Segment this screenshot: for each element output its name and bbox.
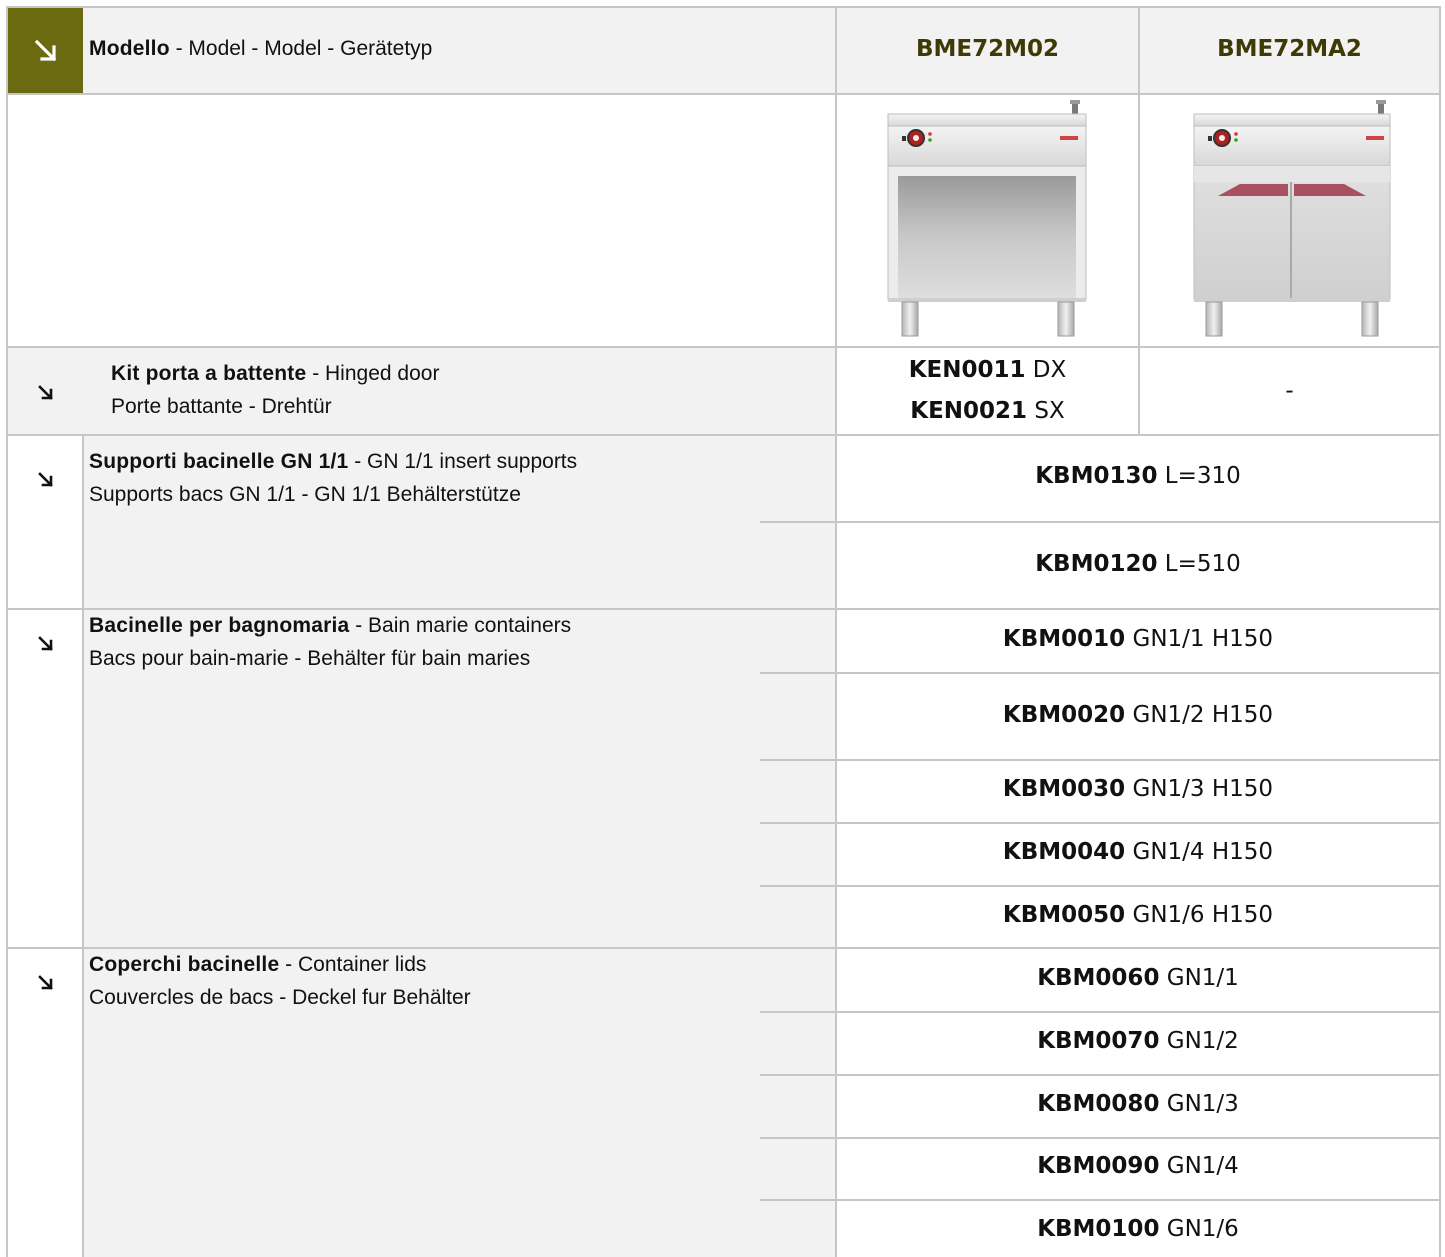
code-kbm0130: KBM0130 L=310 xyxy=(1035,463,1241,489)
accessory-label-supports: Supporti bacinelle GN 1/1 - GN 1/1 inser… xyxy=(89,450,578,473)
code-kbm0020: KBM0020 GN1/2 H150 xyxy=(1002,702,1274,728)
product-image-bme72m02 xyxy=(887,100,1087,337)
model-header-label: Modello - Model - Model - Gerätetyp xyxy=(89,37,433,60)
code-kbm0040: KBM0040 GN1/4 H150 xyxy=(1002,839,1274,865)
code-ken0021: KEN0021 SX xyxy=(910,398,1065,424)
code-kbm0030: KBM0030 GN1/3 H150 xyxy=(1002,776,1274,802)
accessory-label-lids-2: Couvercles de bacs - Deckel fur Behälter xyxy=(89,986,471,1009)
accessory-label-containers: Bacinelle per bagnomaria - Bain marie co… xyxy=(89,614,572,637)
product-image-bme72ma2 xyxy=(1193,100,1391,337)
arrow-down-right-icon xyxy=(8,965,83,1001)
model-name-1: BME72M02 xyxy=(915,36,1060,62)
accessory-label-supports-2: Supports bacs GN 1/1 - GN 1/1 Behälterst… xyxy=(89,483,521,506)
arrow-down-right-icon xyxy=(8,626,83,662)
accessory-label-containers-2: Bacs pour bain-marie - Behälter für bain… xyxy=(89,647,531,670)
code-kbm0120: KBM0120 L=510 xyxy=(1035,551,1241,577)
accessory-label-hinged-door: Kit porta a battente - Hinged door xyxy=(111,362,440,385)
code-kbm0070: KBM0070 GN1/2 xyxy=(1037,1028,1239,1054)
arrow-down-right-icon xyxy=(8,8,83,93)
model-name-2: BME72MA2 xyxy=(1217,36,1362,62)
code-kbm0090: KBM0090 GN1/4 xyxy=(1037,1153,1239,1179)
accessory-label-lids: Coperchi bacinelle - Container lids xyxy=(89,953,427,976)
arrow-down-right-icon xyxy=(8,462,83,498)
code-kbm0080: KBM0080 GN1/3 xyxy=(1037,1091,1239,1117)
code-kbm0010: KBM0010 GN1/1 H150 xyxy=(1002,626,1274,652)
arrow-down-right-icon xyxy=(8,375,83,411)
code-kbm0100: KBM0100 GN1/6 xyxy=(1037,1216,1239,1242)
accessory-label-hinged-door-2: Porte battante - Drehtür xyxy=(111,395,332,418)
code-kbm0050: KBM0050 GN1/6 H150 xyxy=(1002,902,1274,928)
accessory-table: Modello - Model - Model - Gerätetyp BME7… xyxy=(0,0,1445,1257)
code-kbm0060: KBM0060 GN1/1 xyxy=(1037,965,1239,991)
not-available: - xyxy=(1285,378,1294,404)
code-ken0011: KEN0011 DX xyxy=(908,357,1067,383)
